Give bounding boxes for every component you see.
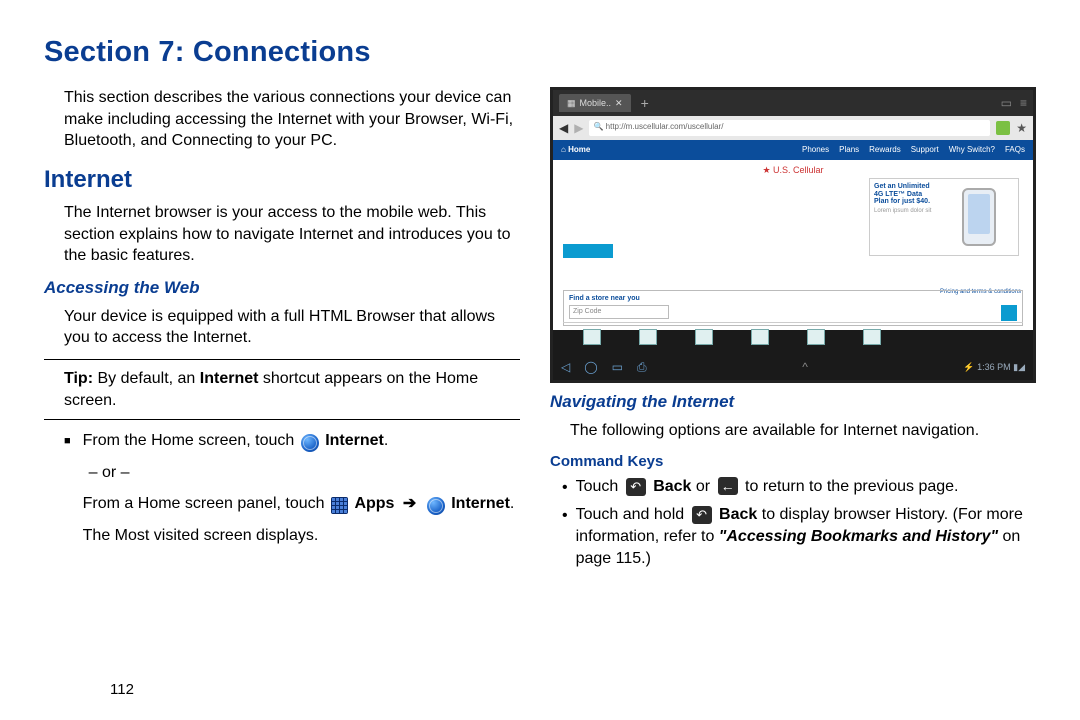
site-home: ⌂ Home xyxy=(561,145,590,156)
bullet-item: • Touch and hold ↶ Back to display brows… xyxy=(562,504,1036,569)
url-bar: ◀ ▶ 🔍 http://m.uscellular.com/uscellular… xyxy=(553,116,1033,140)
zip-input: Zip Code xyxy=(569,305,669,319)
status-time: ⚡ 1:36 PM ▮◢ xyxy=(963,361,1025,373)
divider xyxy=(44,359,520,360)
internet-globe-icon xyxy=(301,434,319,452)
close-icon: ✕ xyxy=(615,97,623,109)
arrow-left-icon: ← xyxy=(718,477,738,495)
tip-label: Tip: xyxy=(64,370,93,387)
tip-block: Tip: By default, an Internet shortcut ap… xyxy=(64,368,520,411)
divider xyxy=(44,419,520,420)
bullet-icon: • xyxy=(562,477,568,499)
system-bar: ◁ ◯ ▭ ⎙ ^ ⚡ 1:36 PM ▮◢ xyxy=(553,354,1033,380)
back-key-icon: ↶ xyxy=(692,506,712,524)
url-field: 🔍 http://m.uscellular.com/uscellular/ xyxy=(589,120,990,136)
window-icon: ▭ xyxy=(1001,95,1012,111)
forward-arrow-icon: ▶ xyxy=(574,120,583,136)
back-key-icon: ↶ xyxy=(626,478,646,496)
page-content: ★ U.S. Cellular Get an Unlimited 4G LTE™… xyxy=(553,160,1033,330)
menu-icon: ≡ xyxy=(1020,95,1027,111)
carrier-logo: ★ U.S. Cellular xyxy=(553,160,1033,176)
category-icons xyxy=(563,322,1023,350)
phone-illustration xyxy=(940,179,1018,255)
page-number: 112 xyxy=(110,681,134,698)
new-tab-icon: + xyxy=(635,94,655,113)
promo-box: Get an Unlimited 4G LTE™ Data Plan for j… xyxy=(869,178,1019,256)
back-nav-icon: ◁ xyxy=(561,359,570,375)
square-bullet-icon: ■ xyxy=(64,434,71,556)
heading-internet: Internet xyxy=(44,164,520,196)
left-column: This section describes the various conne… xyxy=(44,87,520,575)
internet-body: The Internet browser is your access to t… xyxy=(64,202,520,267)
intro-paragraph: This section describes the various conne… xyxy=(64,87,520,152)
back-arrow-icon: ◀ xyxy=(559,120,568,136)
step-apps: From a Home screen panel, touch Apps ➔ I… xyxy=(83,493,520,515)
home-nav-icon: ◯ xyxy=(584,359,597,375)
or-separator: – or – xyxy=(89,462,520,484)
secure-icon xyxy=(996,121,1010,135)
screenshot-nav-icon: ⎙ xyxy=(637,359,647,375)
go-button xyxy=(1001,305,1017,321)
access-body: Your device is equipped with a full HTML… xyxy=(64,306,520,349)
learn-more-button xyxy=(563,244,613,258)
bullet-item: • Touch ↶ Back or ← to return to the pre… xyxy=(562,476,1036,499)
arrow-right-icon: ➔ xyxy=(403,495,416,512)
heading-navigating-internet: Navigating the Internet xyxy=(550,391,1036,414)
heading-accessing-web: Accessing the Web xyxy=(44,277,520,300)
browser-screenshot: ▦ Mobile.. ✕ + ▭ ≡ ◀ ▶ 🔍 http://m.uscellu… xyxy=(550,87,1036,383)
apps-grid-icon xyxy=(331,497,348,514)
bullet-icon: • xyxy=(562,505,568,569)
site-nav: ⌂ Home Phones Plans Rewards Support Why … xyxy=(553,140,1033,160)
find-store-box: Find a store near you Zip Code xyxy=(563,290,1023,326)
right-column: ▦ Mobile.. ✕ + ▭ ≡ ◀ ▶ 🔍 http://m.uscellu… xyxy=(550,87,1036,575)
nav-body: The following options are available for … xyxy=(570,420,1036,442)
section-title: Section 7: Connections xyxy=(44,36,1036,69)
step-result: The Most visited screen displays. xyxy=(83,525,520,547)
step-list: ■ From the Home screen, touch Internet. … xyxy=(64,430,520,556)
bookmark-icon: ★ xyxy=(1016,120,1027,136)
browser-tab: ▦ Mobile.. ✕ xyxy=(559,94,631,112)
tab-bar: ▦ Mobile.. ✕ + ▭ ≡ xyxy=(553,90,1033,116)
heading-command-keys: Command Keys xyxy=(550,452,1036,472)
internet-globe-icon xyxy=(427,497,445,515)
step-home: From the Home screen, touch Internet. xyxy=(83,430,520,452)
chevron-up-icon: ^ xyxy=(802,359,808,375)
recent-nav-icon: ▭ xyxy=(612,359,623,375)
